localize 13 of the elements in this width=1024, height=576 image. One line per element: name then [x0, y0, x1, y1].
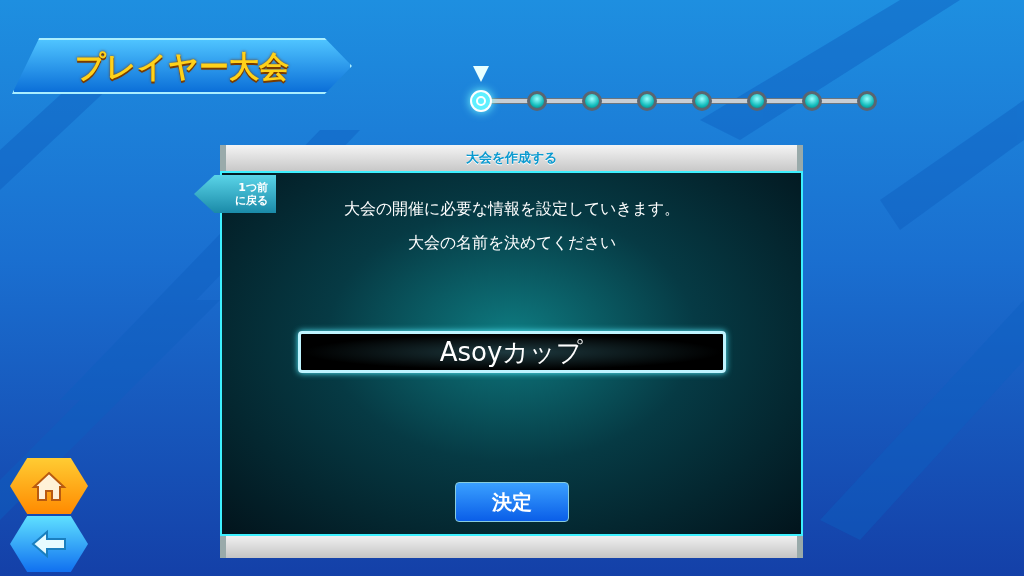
dialog-title: 大会を作成する: [466, 149, 557, 168]
page-title: プレイヤー大会: [75, 47, 289, 86]
home-icon: [31, 470, 67, 502]
home-button[interactable]: [10, 458, 88, 514]
button-label: 1つ前: [238, 181, 268, 194]
confirm-button[interactable]: 決定: [454, 482, 569, 522]
previous-step-button[interactable]: 1つ前 に戻る: [194, 175, 276, 213]
instruction-text: 大会の名前を決めてください: [407, 232, 616, 254]
instruction-text: 大会の開催に必要な情報を設定していきます。: [343, 198, 680, 220]
name-field[interactable]: Asoyカップ: [297, 331, 726, 373]
pointer-icon: [471, 63, 491, 84]
button-label: に戻る: [235, 194, 268, 207]
back-arrow-icon: [30, 529, 68, 559]
